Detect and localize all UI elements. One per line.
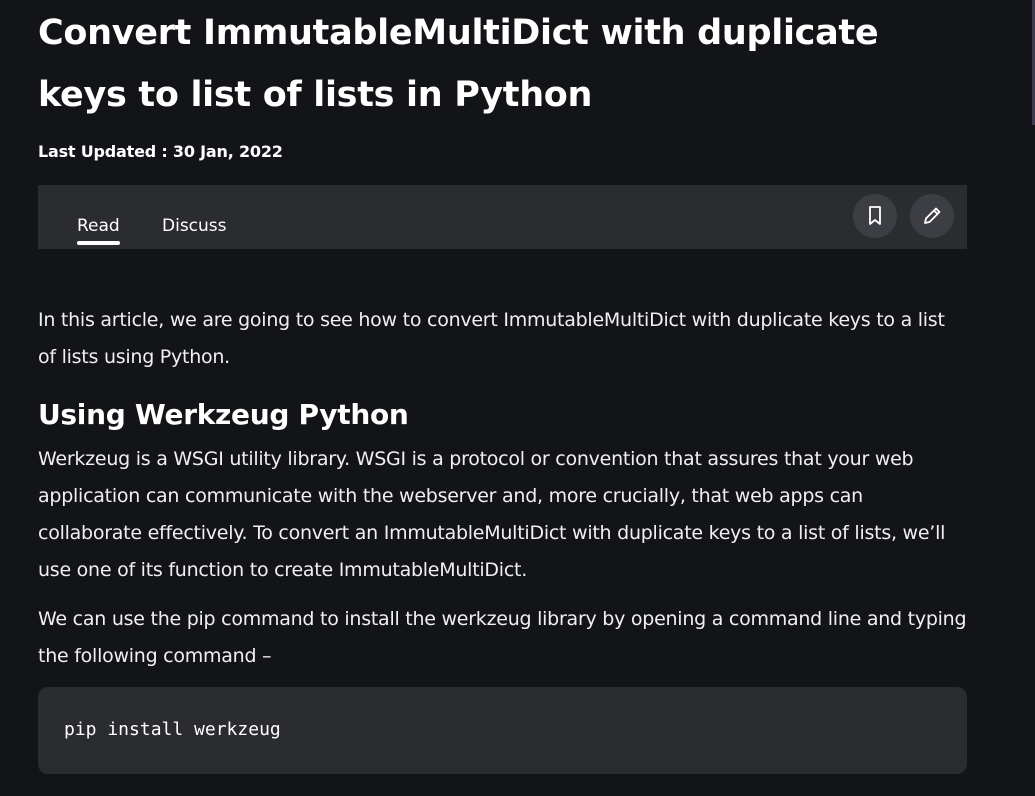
article-tab-bar: Read Discuss: [38, 185, 967, 249]
page-title: Convert ImmutableMultiDict with duplicat…: [38, 13, 879, 115]
code-block: pip install werkzeug: [38, 687, 967, 774]
tab-discuss[interactable]: Discuss: [162, 215, 227, 237]
edit-button[interactable]: [910, 194, 954, 238]
tab-read[interactable]: Read: [77, 215, 120, 245]
bookmark-button[interactable]: [853, 194, 897, 238]
pencil-icon: [924, 207, 941, 224]
pip-instructions-paragraph: We can use the pip command to install th…: [38, 608, 967, 667]
last-updated-date: Last Updated : 30 Jan, 2022: [38, 142, 283, 161]
bookmark-icon: [869, 206, 881, 225]
intro-paragraph: In this article, we are going to see how…: [38, 309, 945, 368]
werkzeug-description-paragraph: Werkzeug is a WSGI utility library. WSGI…: [38, 448, 946, 581]
code-text: pip install werkzeug: [64, 719, 281, 740]
section-heading: Using Werkzeug Python: [38, 398, 409, 431]
